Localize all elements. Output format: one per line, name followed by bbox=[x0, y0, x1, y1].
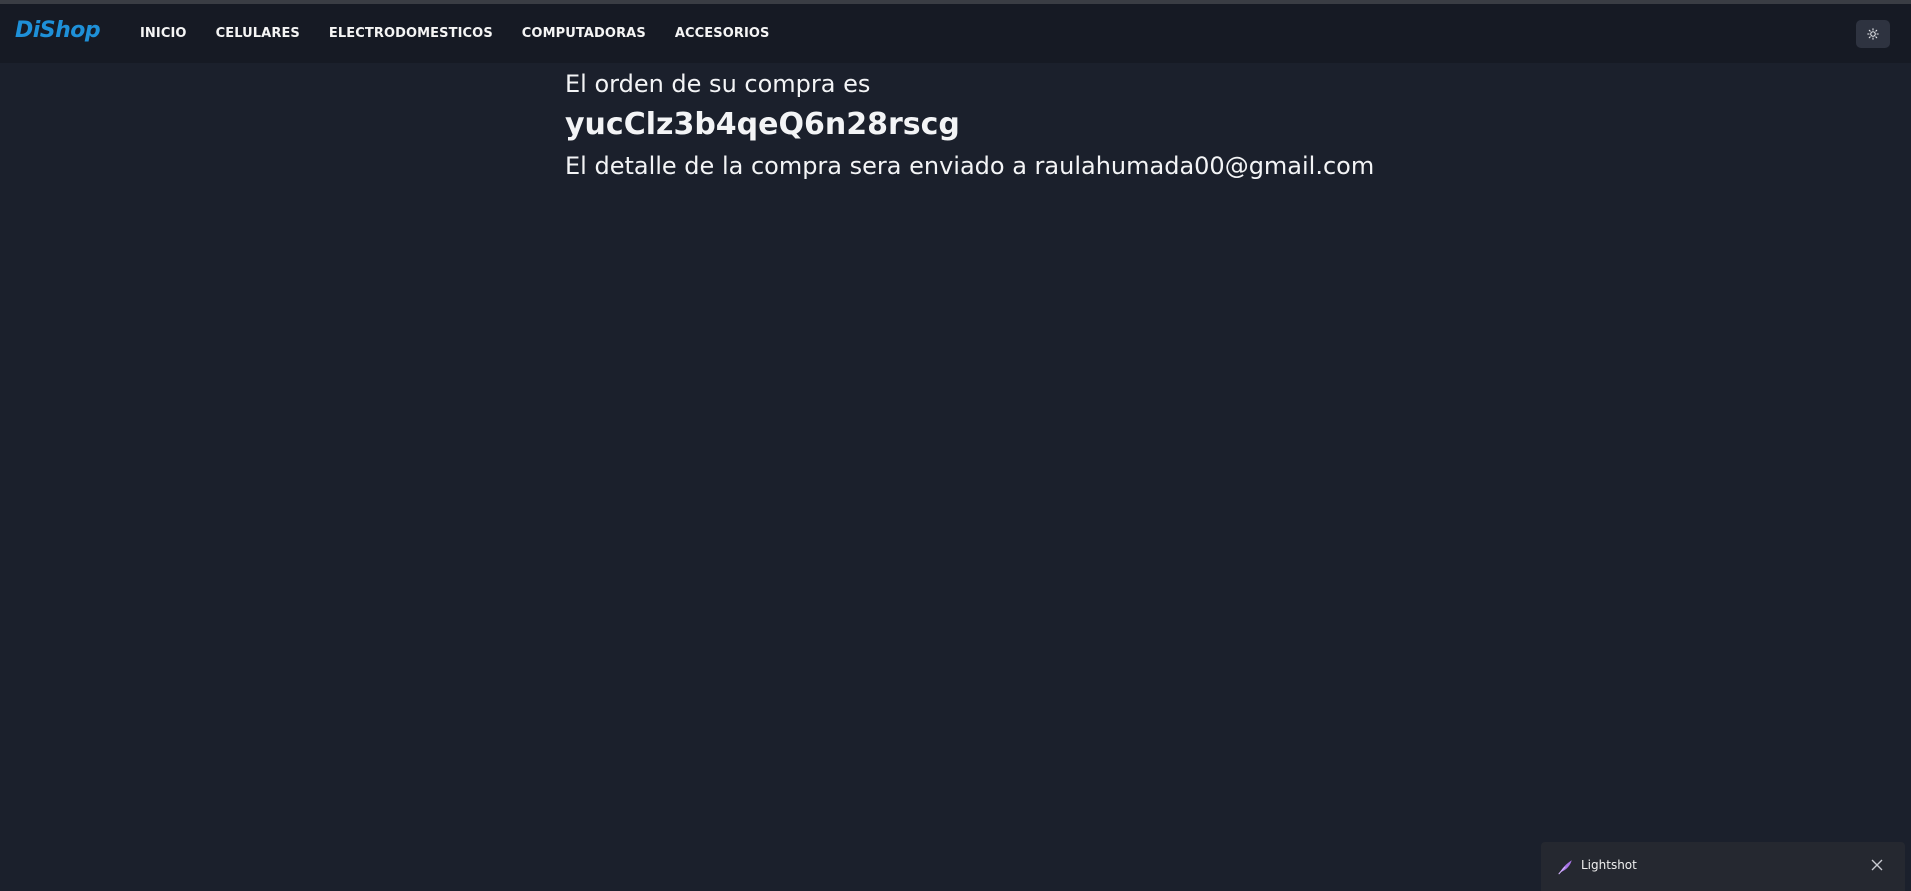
sun-icon bbox=[1867, 28, 1879, 40]
main-nav: INICIO CELULARES ELECTRODOMESTICOS COMPU… bbox=[140, 4, 770, 63]
nav-item-computadoras[interactable]: COMPUTADORAS bbox=[522, 26, 646, 41]
order-confirmation: El orden de su compra es yucClz3b4qeQ6n2… bbox=[565, 66, 1374, 184]
close-icon[interactable] bbox=[1869, 857, 1885, 873]
feather-icon bbox=[1558, 860, 1572, 875]
order-intro-text: El orden de su compra es bbox=[565, 70, 871, 98]
brand-logo[interactable]: DiShop bbox=[15, 18, 101, 43]
nav-item-electrodomesticos[interactable]: ELECTRODOMESTICOS bbox=[329, 26, 493, 41]
toast-label: Lightshot bbox=[1581, 858, 1637, 872]
theme-toggle-button[interactable] bbox=[1856, 20, 1890, 48]
lightshot-notification: Lightshot bbox=[1541, 842, 1905, 891]
navbar: DiShop INICIO CELULARES ELECTRODOMESTICO… bbox=[0, 4, 1911, 63]
nav-item-accesorios[interactable]: ACCESORIOS bbox=[675, 26, 770, 41]
order-detail-text: El detalle de la compra sera enviado a r… bbox=[565, 152, 1375, 180]
nav-item-inicio[interactable]: INICIO bbox=[140, 26, 187, 41]
order-id: yucClz3b4qeQ6n28rscg bbox=[565, 107, 960, 142]
nav-item-celulares[interactable]: CELULARES bbox=[216, 26, 300, 41]
